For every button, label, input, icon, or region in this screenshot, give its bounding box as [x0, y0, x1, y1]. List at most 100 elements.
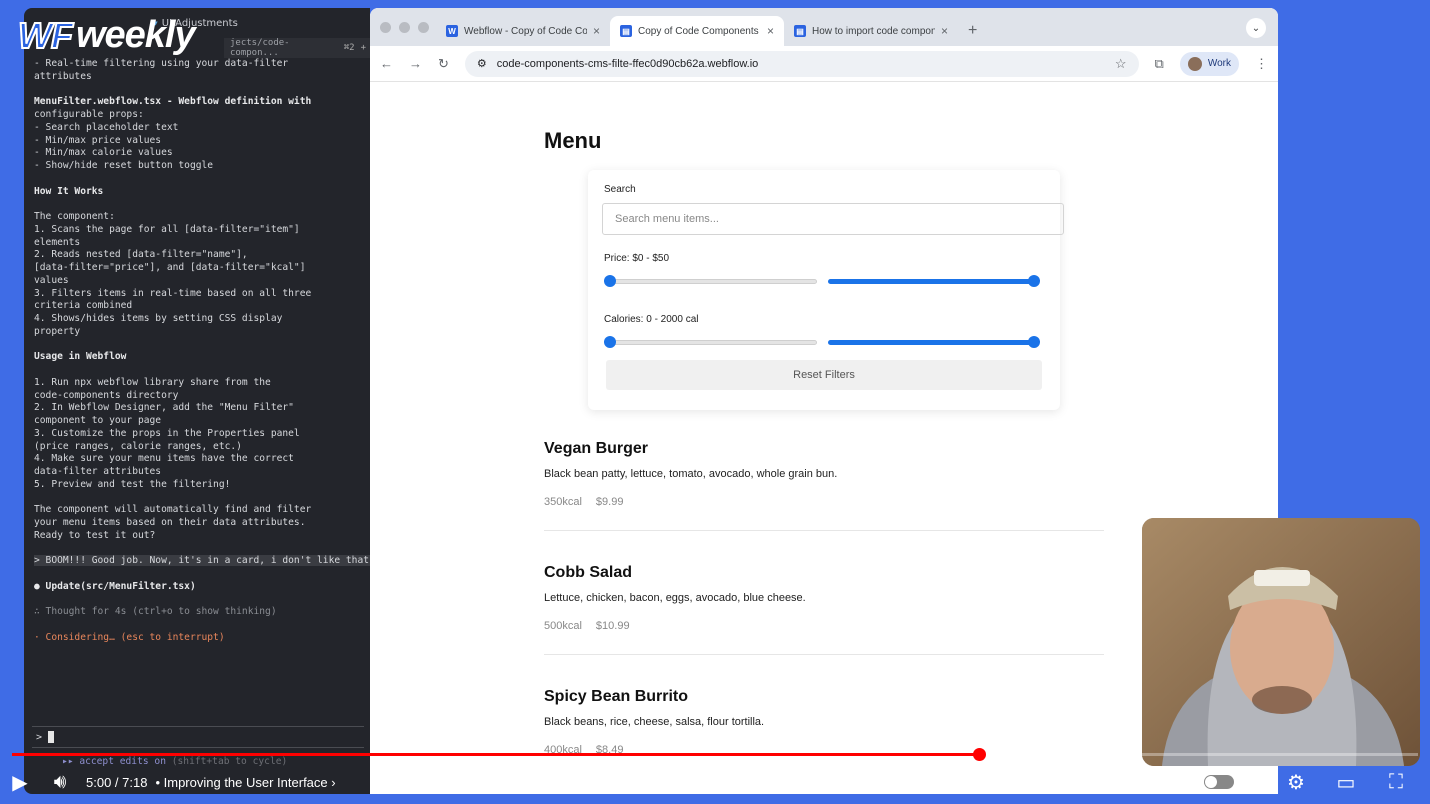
price-min-track[interactable]	[609, 279, 817, 284]
tab-title: Webflow - Copy of Code Com	[464, 25, 587, 37]
avatar	[1187, 56, 1202, 71]
terminal-line: How It Works	[34, 185, 104, 197]
chapter-title[interactable]: • Improving the User Interface ›	[155, 775, 335, 790]
close-tab-icon[interactable]: ×	[767, 24, 774, 38]
logo-weekly: weekly	[75, 14, 196, 56]
terminal-line: The component will automatically find an…	[34, 504, 312, 516]
calories-slider[interactable]	[604, 333, 1044, 349]
terminal-line: property	[34, 325, 81, 337]
terminal-line: your menu items based on their data attr…	[34, 517, 306, 528]
captions-icon[interactable]: CC	[1244, 774, 1266, 790]
webflow-icon: W	[446, 25, 458, 37]
item-kcal: 500kcal	[544, 620, 582, 632]
terminal-line: 4. Shows/hides items by setting CSS disp…	[34, 313, 283, 324]
tab-title: How to import code compone	[812, 25, 935, 37]
fullscreen-icon[interactable]: ⛶	[1376, 771, 1416, 794]
video-controls: ▶ 🔊︎ 5:00 / 7:18 • Improving the User In…	[0, 760, 1430, 804]
terminal-line: 5. Preview and test the filtering!	[34, 478, 231, 490]
divider	[544, 530, 1104, 531]
close-window-button[interactable]	[380, 22, 391, 33]
calories-min-track[interactable]	[609, 340, 817, 345]
search-label: Search	[604, 184, 636, 195]
terminal-line: - Min/max calorie values	[34, 147, 173, 159]
close-tab-icon[interactable]: ×	[593, 24, 600, 38]
terminal-line: - Search placeholder text	[34, 121, 179, 133]
terminal-line: code-components directory	[34, 389, 179, 401]
item-description: Black beans, rice, cheese, salsa, flour …	[544, 716, 765, 728]
terminal-line: elements	[34, 236, 81, 248]
video-controls-right: CC ⚙ ▭ ⛶	[1204, 770, 1430, 795]
tab-search-icon[interactable]: ⌄	[1246, 18, 1266, 38]
terminal-cursor	[48, 731, 55, 743]
terminal-line: data-filter attributes	[34, 466, 162, 477]
search-input[interactable]: Search menu items...	[602, 203, 1064, 235]
browser-tab-0[interactable]: W Webflow - Copy of Code Com ×	[436, 16, 610, 46]
bookmark-star-icon[interactable]: ☆	[1115, 56, 1127, 72]
terminal-tab-label: jects/code-compon...	[230, 38, 290, 58]
page-favicon-icon: ▤	[620, 25, 632, 37]
presenter-image	[1142, 518, 1420, 766]
volume-icon[interactable]: 🔊︎	[40, 771, 80, 794]
terminal-line: 3. Filters items in real-time based on a…	[34, 287, 312, 299]
autoplay-toggle[interactable]	[1204, 775, 1234, 789]
maximize-window-button[interactable]	[418, 22, 429, 33]
minimize-window-button[interactable]	[399, 22, 410, 33]
browser-menu-icon[interactable]: ⋮	[1255, 56, 1268, 72]
terminal-window: ▰ UI Adjustments jects/code-compon... ⌘2…	[24, 8, 370, 794]
forward-icon[interactable]: →	[409, 56, 422, 71]
calories-min-handle[interactable]	[604, 336, 616, 348]
theater-mode-icon[interactable]: ▭	[1326, 770, 1366, 795]
window-controls	[380, 22, 429, 33]
price-max-track[interactable]	[828, 279, 1034, 284]
item-description: Black bean patty, lettuce, tomato, avoca…	[544, 468, 838, 480]
price-slider[interactable]	[604, 272, 1044, 288]
terminal-line: that. just make it full width and not in…	[340, 555, 370, 567]
site-info-icon[interactable]: ⚙	[477, 57, 487, 70]
video-progress-fill	[12, 753, 980, 756]
new-tab-icon[interactable]: +	[361, 43, 370, 53]
item-name: Spicy Bean Burrito	[544, 688, 689, 705]
address-bar[interactable]: ⚙ code-components-cms-filte-ffec0d90cb62…	[464, 50, 1139, 77]
profile-button[interactable]: Work	[1179, 51, 1239, 76]
terminal-input[interactable]: >	[32, 726, 364, 748]
terminal-line: > BOOM!!! Good job. Now, it's in a card,…	[34, 555, 341, 567]
url-text: code-components-cms-filte-ffec0d90cb62a.…	[496, 57, 759, 70]
terminal-line: criteria combined	[34, 300, 133, 312]
browser-tab-1[interactable]: ▤ Copy of Code Components Ch ×	[610, 16, 784, 46]
new-tab-button[interactable]: +	[958, 16, 987, 46]
list-item: Cobb Salad Lettuce, chicken, bacon, eggs…	[544, 564, 1104, 655]
browser-tab-2[interactable]: ▤ How to import code compone ×	[784, 16, 958, 46]
back-icon[interactable]: ←	[380, 56, 393, 71]
reload-icon[interactable]: ↻	[438, 56, 449, 72]
calories-max-handle[interactable]	[1028, 336, 1040, 348]
terminal-output: - Real-time filtering using your data-fi…	[34, 58, 370, 645]
terminal-line: component to your page	[34, 415, 162, 426]
terminal-line: ● Update(src/MenuFilter.tsx)	[34, 580, 196, 592]
reset-filters-button[interactable]: Reset Filters	[606, 360, 1042, 390]
page-favicon-icon: ▤	[794, 25, 806, 37]
terminal-line: 2. In Webflow Designer, add the "Menu Fi…	[34, 402, 294, 414]
terminal-line: attributes	[34, 70, 92, 82]
close-tab-icon[interactable]: ×	[941, 24, 948, 38]
price-label: Price: $0 - $50	[604, 253, 670, 264]
calories-max-track[interactable]	[828, 340, 1034, 345]
terminal-tab[interactable]: jects/code-compon... ⌘2 +	[224, 38, 370, 58]
tab-title: Copy of Code Components Ch	[638, 25, 761, 37]
play-icon[interactable]: ▶	[0, 770, 40, 795]
chapter-label: Improving the User Interface	[163, 774, 328, 790]
terminal-line: configurable props:	[34, 109, 144, 120]
item-name: Cobb Salad	[544, 564, 633, 581]
item-price: $10.99	[595, 620, 630, 632]
price-max-handle[interactable]	[1028, 275, 1040, 287]
video-buffered-bar	[979, 753, 1025, 756]
terminal-tab-shortcut: ⌘2	[343, 43, 355, 53]
settings-gear-icon[interactable]: ⚙	[1276, 770, 1316, 795]
extensions-icon[interactable]: ⧉	[1155, 56, 1164, 72]
price-min-handle[interactable]	[604, 275, 616, 287]
wf-weekly-logo: WF weekly	[17, 14, 196, 57]
